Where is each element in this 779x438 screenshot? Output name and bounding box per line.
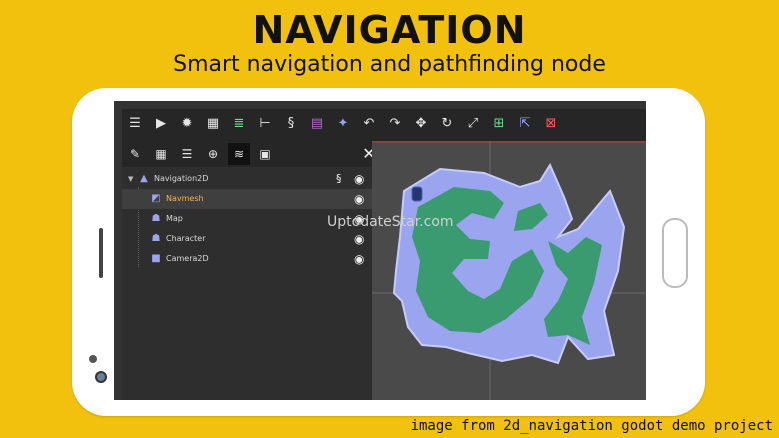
collapse-arrow-icon[interactable]: ▼ (128, 169, 133, 189)
tree-item-label: Camera2D (166, 254, 209, 263)
play-icon[interactable]: ▶ (150, 113, 172, 135)
node-add-icon[interactable]: ⊕ (202, 143, 224, 165)
tree-item-label: Map (166, 214, 183, 223)
script-attached-icon[interactable]: § (336, 169, 342, 189)
phone-home-button (662, 218, 688, 288)
visibility-eye-icon[interactable]: ◉ (354, 229, 364, 249)
navigation2d-icon: ▲ (140, 173, 148, 184)
tree-icon[interactable]: ⊢ (254, 113, 276, 135)
navmesh-canvas (372, 141, 646, 400)
tree-item-character[interactable]: ☗ Character ◉ (122, 229, 372, 249)
clapperboard-icon[interactable]: ▦ (202, 113, 224, 135)
phone-sensor (89, 355, 97, 363)
camera-icon: ■ (151, 253, 161, 264)
tilemap-icon: ☗ (151, 213, 161, 224)
visibility-eye-icon[interactable]: ◉ (354, 189, 364, 209)
menu-icon[interactable]: ☰ (124, 113, 146, 135)
signal-icon[interactable]: ≋ (228, 143, 250, 165)
phone-screen: ☰ ▶ ✹ ▦ ≣ ⊢ § ▤ ✦ ↶ ↷ ✥ ↻ ⤢ ⊞ ⇱ ⊠ ✎ ▦ ☰ … (114, 101, 646, 400)
list-icon[interactable]: ☰ (176, 143, 198, 165)
tree-item-navmesh[interactable]: ◩ Navmesh ◉ (122, 189, 372, 209)
tree-item-navigation2d[interactable]: ▼ ▲ Navigation2D § ◉ (122, 169, 372, 189)
visibility-eye-icon[interactable]: ◉ (354, 249, 364, 269)
main-toolbar: ☰ ▶ ✹ ▦ ≣ ⊢ § ▤ ✦ ↶ ↷ ✥ ↻ ⤢ ⊞ ⇱ ⊠ (122, 109, 646, 141)
ruler-left (114, 109, 122, 400)
tree-item-label: Navmesh (166, 194, 204, 203)
redo-icon[interactable]: ↷ (384, 113, 406, 135)
debug-icon[interactable]: ✹ (176, 113, 198, 135)
2d-viewport[interactable] (372, 141, 646, 400)
script-icon[interactable]: § (280, 113, 302, 135)
page-subtitle: Smart navigation and pathfinding node (173, 52, 606, 77)
record-icon[interactable]: ▣ (254, 143, 276, 165)
move-icon[interactable]: ✥ (410, 113, 432, 135)
watermark-text: UptodateStar.com (327, 214, 454, 230)
film-icon[interactable]: ▤ (306, 113, 328, 135)
tree-item-label: Character (166, 234, 206, 243)
pencil-icon[interactable]: ✎ (124, 143, 146, 165)
phone-side-button (99, 228, 103, 278)
scene-tree-panel: ▼ ▲ Navigation2D § ◉ ◩ Navmesh ◉ ☗ Map ◉… (122, 167, 372, 400)
character-sprite (411, 186, 423, 202)
pointer-add-icon[interactable]: ⇱ (514, 113, 536, 135)
image-credit: image from 2d_navigation godot demo proj… (410, 418, 773, 434)
puzzle-icon[interactable]: ✦ (332, 113, 354, 135)
navmesh-icon: ◩ (151, 193, 161, 204)
phone-camera (95, 371, 107, 383)
add-node-icon[interactable]: ⊞ (488, 113, 510, 135)
scale-icon[interactable]: ⤢ (462, 113, 484, 135)
scene-add-icon[interactable]: ▦ (150, 143, 172, 165)
visibility-eye-icon[interactable]: ◉ (354, 169, 364, 189)
rotate-icon[interactable]: ↻ (436, 113, 458, 135)
delete-node-icon[interactable]: ⊠ (540, 113, 562, 135)
list-green-icon[interactable]: ≣ (228, 113, 250, 135)
tree-item-camera2d[interactable]: ■ Camera2D ◉ (122, 249, 372, 269)
tree-item-label: Navigation2D (154, 174, 209, 183)
character-icon: ☗ (151, 233, 161, 244)
scene-toolbar: ✎ ▦ ☰ ⊕ ≋ ▣ ✕ (122, 141, 376, 167)
page-title: NAVIGATION (252, 8, 527, 52)
undo-icon[interactable]: ↶ (358, 113, 380, 135)
